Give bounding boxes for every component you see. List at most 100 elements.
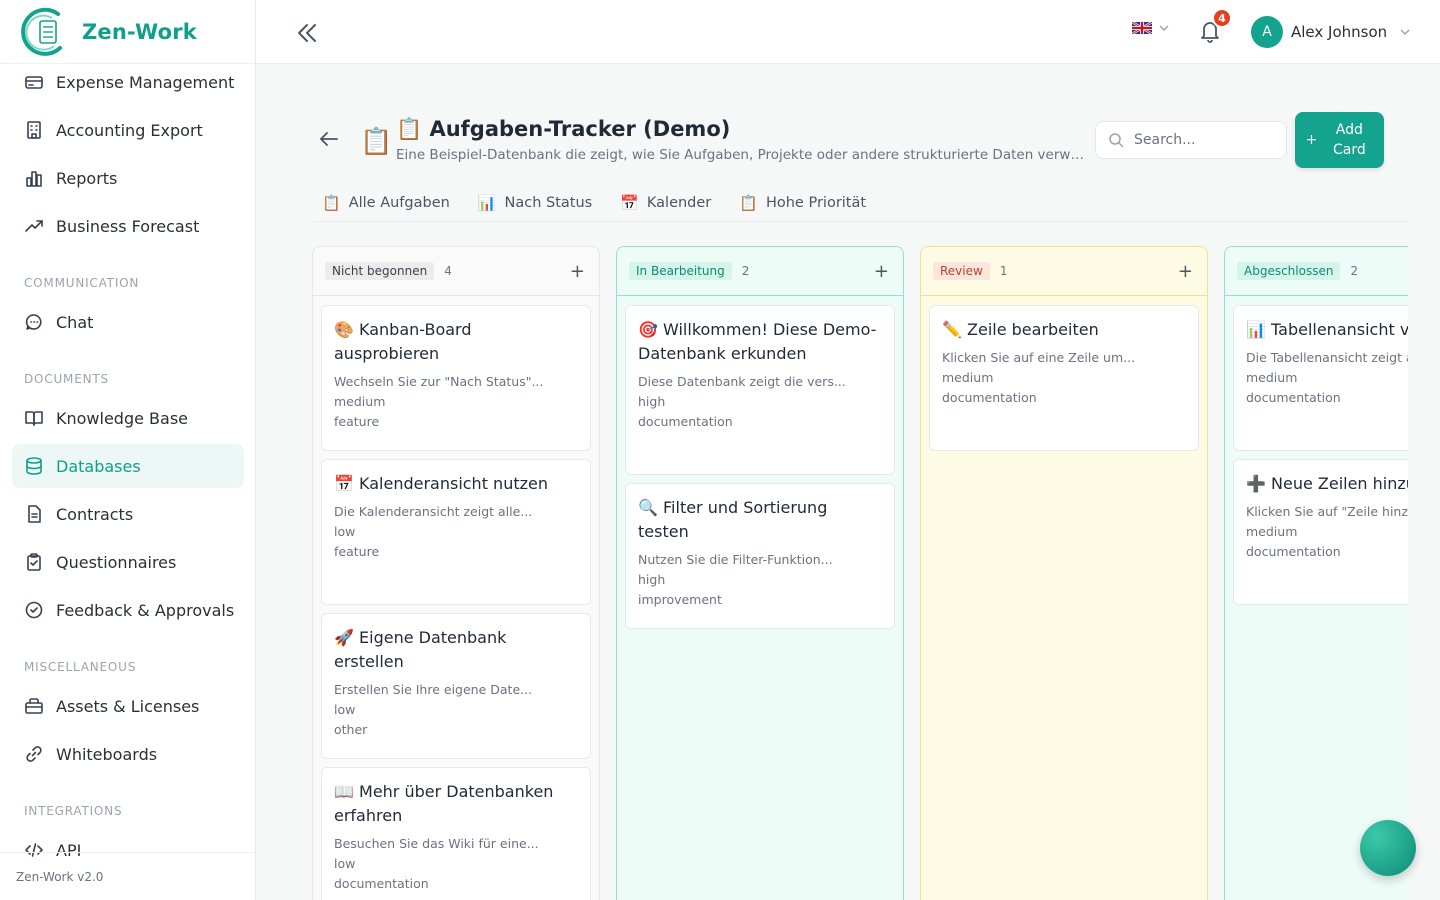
sidebar-item-knowledge-base[interactable]: Knowledge Base [12, 396, 244, 440]
tab-alle-aufgaben[interactable]: 📋 Alle Aufgaben [322, 191, 450, 215]
view-label: Hohe Priorität [765, 195, 867, 211]
app-version: Zen-Work v2.0 [0, 852, 256, 900]
sidebar-item-contracts[interactable]: Contracts [12, 492, 244, 536]
card-title: 📅 Kalenderansicht nutzen [334, 474, 548, 493]
column-header: In Bearbeitung 2 + [617, 247, 903, 296]
view-icon: 📊 [477, 194, 497, 212]
card-type: documentation [942, 390, 1037, 405]
sidebar-item-label: Expense Management [56, 72, 235, 92]
sidebar-item-icon-wrap [24, 600, 44, 620]
card-type: feature [334, 414, 380, 429]
card-description: Wechseln Sie zur "Nach Status"... [334, 374, 544, 389]
card-title: 🎯 Willkommen! Diese Demo-Datenbank erkun… [638, 320, 877, 363]
sidebar-item-databases[interactable]: Databases [12, 444, 244, 488]
sidebar-item-reports[interactable]: Reports [12, 156, 244, 200]
sidebar-item-chat[interactable]: Chat [12, 300, 244, 344]
task-card[interactable]: 🔍 Filter und Sortierung testen Nutzen Sie… [625, 483, 895, 629]
card-type: improvement [638, 592, 722, 607]
sidebar-item-label: Chat [56, 312, 94, 332]
view-icon: 📋 [739, 194, 758, 212]
sidebar-item-expense-management[interactable]: Expense Management [12, 60, 244, 104]
sidebar-item-assets-licenses[interactable]: Assets & Licenses [12, 684, 244, 728]
sidebar: Zen-Work Expense Management Accounting Ex… [0, 0, 256, 900]
search-input[interactable] [1134, 132, 1274, 148]
sidebar-section-heading: MISCELLANEOUS [24, 660, 137, 674]
status-badge: Abgeschlossen [1237, 262, 1341, 280]
task-card[interactable]: 📖 Mehr über Datenbanken erfahren Besuchen… [321, 767, 591, 900]
assistant-fab-button[interactable] [1360, 820, 1416, 876]
clipboard-check-icon [27, 553, 41, 571]
card-priority: high [638, 572, 666, 587]
column-header: Review 1 + [921, 247, 1207, 296]
column-header: Abgeschlossen2+ [1225, 247, 1408, 296]
column-count: 1 [999, 264, 1008, 278]
trend-up-icon [25, 220, 43, 232]
kanban-column: In Bearbeitung 2 + 🎯 Willkommen! Diese Demo… [616, 246, 904, 900]
sidebar-item-questionnaires[interactable]: Questionnaires [12, 540, 244, 584]
card-priority: medium [1246, 524, 1298, 539]
tab-hohe-priorität[interactable]: 📋 Hohe Priorität [739, 191, 866, 215]
sidebar-nav: Expense Management Accounting Export Repor… [12, 60, 244, 876]
sidebar-item-feedback-approvals[interactable]: Feedback & Approvals [12, 588, 244, 632]
back-arrow-icon[interactable] [318, 128, 340, 150]
sidebar-item-accounting-export[interactable]: Accounting Export [12, 108, 244, 152]
task-card[interactable]: ✏️ Zeile bearbeiten Klicken Sie auf eine … [929, 305, 1199, 451]
sidebar-section-heading: INTEGRATIONS [24, 804, 123, 818]
add-to-column-button[interactable]: + [874, 261, 889, 282]
task-card[interactable]: 🎯 Willkommen! Diese Demo-Datenbank erkun… [625, 305, 895, 475]
task-card[interactable]: 🎨 Kanban-Board ausprobieren Wechseln Sie … [321, 305, 591, 451]
view-label: Alle Aufgaben [348, 195, 450, 211]
sidebar-item-icon-wrap [24, 696, 44, 716]
language-selector[interactable] [1132, 22, 1170, 34]
user-menu[interactable]: A Alex Johnson [1251, 16, 1411, 48]
sidebar-item-icon-wrap [24, 120, 44, 140]
chevron-down-icon [1159, 25, 1169, 32]
bar-chart-icon [26, 171, 42, 187]
card-priority: medium [942, 370, 994, 385]
tab-nach-status[interactable]: 📊 Nach Status [478, 191, 592, 215]
sidebar-item-whiteboards[interactable]: Whiteboards [12, 732, 244, 776]
card-description: Die Tabellenansicht zeigt alle... [1246, 350, 1408, 365]
sidebar-item-business-forecast[interactable]: Business Forecast [12, 204, 244, 248]
wallet-icon [25, 76, 43, 89]
task-card[interactable]: 🚀 Eigene Datenbank erstellen Erstellen Si… [321, 613, 591, 759]
view-icon: 📋 [322, 194, 341, 212]
card-description: Erstellen Sie Ihre eigene Date... [334, 682, 533, 697]
topbar: 4 A Alex Johnson [256, 0, 1440, 64]
task-card[interactable]: 📊 Tabellenansicht verwenden Die Tabellena… [1233, 305, 1408, 451]
view-label: Nach Status [504, 195, 593, 211]
card-type: documentation [1246, 544, 1341, 559]
sidebar-item-icon-wrap [24, 456, 44, 476]
view-tabs: 📋 Alle Aufgaben 📊 Nach Status 📅 Kalender 📋 Hohe… [322, 191, 866, 215]
task-card[interactable]: ➕ Neue Zeilen hinzufügen Klicken Sie auf … [1233, 459, 1408, 605]
sidebar-item-icon-wrap [24, 168, 44, 188]
sidebar-item-icon-wrap [24, 408, 44, 428]
task-card[interactable]: 📅 Kalenderansicht nutzen Die Kalenderansi… [321, 459, 591, 605]
building-icon [27, 121, 41, 139]
card-description: Die Kalenderansicht zeigt alle... [334, 504, 533, 519]
sidebar-section-heading: COMMUNICATION [24, 276, 140, 290]
uk-flag-icon [1132, 22, 1152, 34]
card-priority: low [334, 524, 356, 539]
sidebar-item-icon-wrap [24, 504, 44, 524]
sidebar-item-icon-wrap [24, 72, 44, 92]
card-description: Besuchen Sie das Wiki für eine... [334, 836, 539, 851]
add-card-button[interactable]: + Add Card [1295, 112, 1384, 168]
card-title: 🔍 Filter und Sortierung testen [638, 498, 828, 541]
card-description: Diese Datenbank zeigt die vers... [638, 374, 846, 389]
status-badge: In Bearbeitung [629, 262, 732, 280]
card-title: 🚀 Eigene Datenbank erstellen [334, 628, 507, 671]
card-title: 🎨 Kanban-Board ausprobieren [334, 320, 472, 363]
kanban-column: Abgeschlossen2+ 📊 Tabellenansicht verwend… [1224, 246, 1408, 900]
brand[interactable]: Zen-Work [0, 0, 255, 64]
add-to-column-button[interactable]: + [570, 261, 585, 282]
tab-kalender[interactable]: 📅 Kalender [620, 191, 711, 215]
card-priority: low [334, 702, 356, 717]
sidebar-item-label: Assets & Licenses [56, 696, 200, 716]
kanban-column: Review 1 + ✏️ Zeile bearbeiten Klicken Sie a… [920, 246, 1208, 900]
sidebar-item-label: Feedback & Approvals [56, 600, 235, 620]
card-type: documentation [638, 414, 733, 429]
search-box[interactable] [1095, 121, 1287, 159]
add-to-column-button[interactable]: + [1178, 261, 1193, 282]
collapse-sidebar-icon[interactable] [294, 20, 320, 46]
